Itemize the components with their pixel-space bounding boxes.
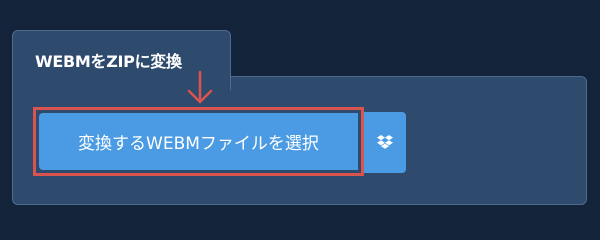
select-file-button[interactable]: 変換するWEBMファイルを選択 [39, 113, 358, 170]
arrow-down-icon [187, 70, 213, 104]
select-file-label: 変換するWEBMファイルを選択 [78, 134, 319, 154]
dropbox-icon [377, 134, 393, 149]
dropbox-button[interactable] [364, 112, 406, 173]
tab-title: WEBMをZIPに変換 [35, 52, 182, 71]
